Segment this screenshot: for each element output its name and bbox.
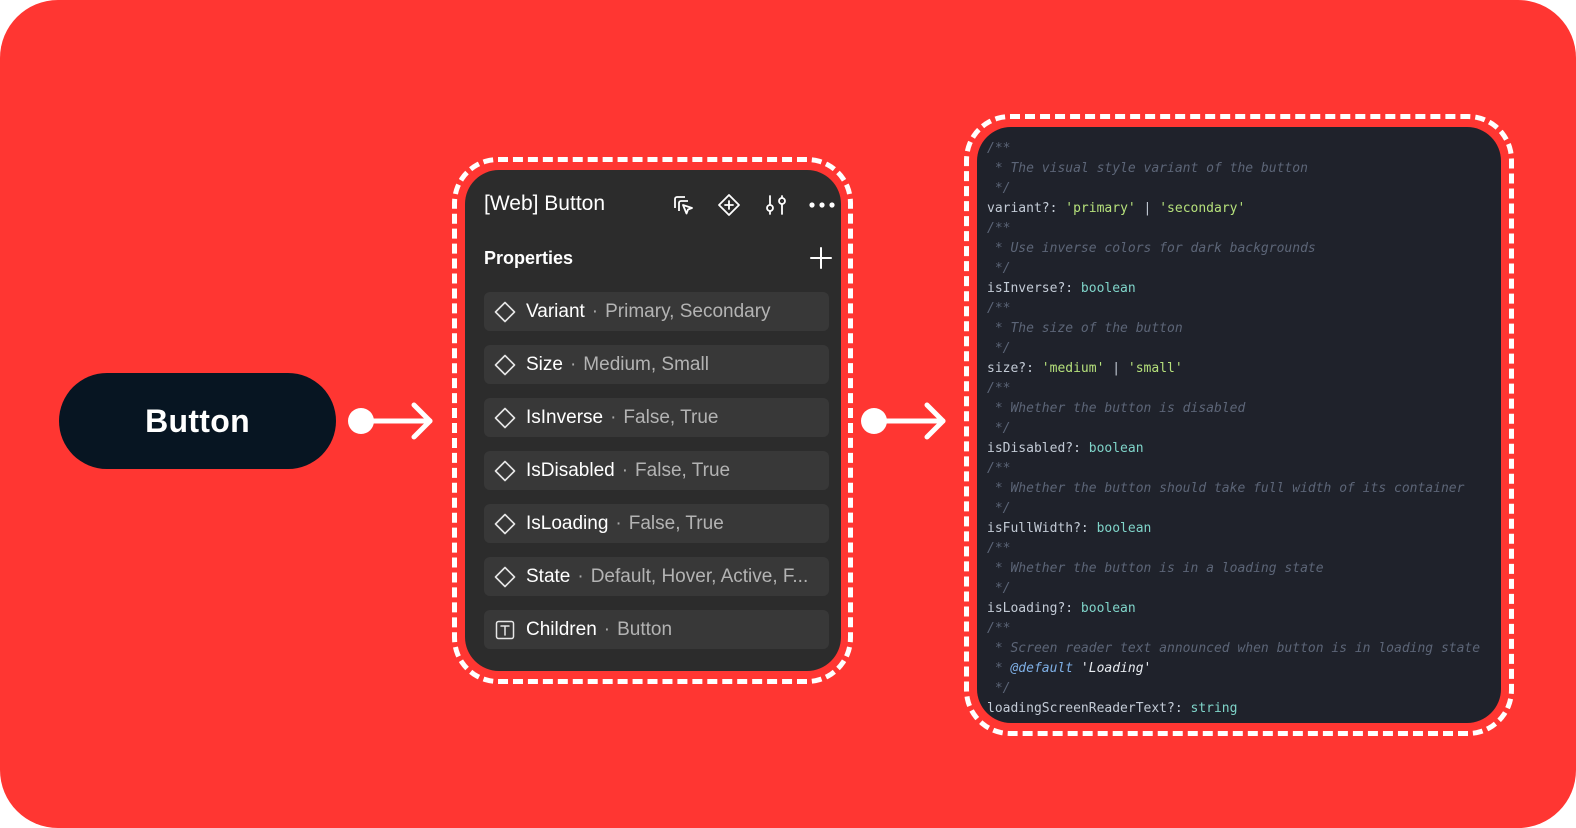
code-line: isDisabled?: boolean: [987, 441, 1144, 456]
code-line: */: [987, 421, 1011, 436]
code-line: size?: 'medium' | 'small': [987, 361, 1183, 376]
adjust-icon[interactable]: [763, 192, 789, 218]
diamond-icon: [494, 566, 516, 588]
code-line: * Whether the button should take full wi…: [987, 481, 1465, 496]
property-values: Medium, Small: [583, 353, 709, 375]
property-list: Variant · Primary, Secondary Size · Medium, S…: [484, 292, 829, 663]
code-line: isInverse?: boolean: [987, 281, 1136, 296]
code-line: */: [987, 341, 1011, 356]
property-name: Size: [526, 353, 563, 375]
component-icon[interactable]: [716, 192, 742, 218]
code-line: loadingScreenReaderText?: string: [987, 701, 1238, 716]
code-line: isFullWidth?: boolean: [987, 521, 1152, 536]
property-separator: ·: [603, 618, 611, 640]
section-title: Properties: [484, 248, 574, 268]
property-name: Children: [526, 618, 597, 640]
text-icon: [494, 619, 516, 641]
property-name: IsInverse: [526, 406, 604, 428]
property-name: State: [526, 565, 571, 587]
diamond-icon: [494, 407, 516, 429]
property-separator: ·: [569, 353, 577, 375]
property-separator: ·: [577, 565, 584, 587]
code-line: /**: [987, 541, 1011, 556]
code-line: * Screen reader text announced when butt…: [987, 641, 1481, 656]
code-line: * The size of the button: [987, 321, 1183, 336]
code-line: /**: [987, 381, 1011, 396]
diamond-icon: [494, 301, 516, 323]
property-values: False, True: [628, 512, 724, 534]
code-line: */: [987, 261, 1011, 276]
code-line: * Whether the button is in a loading sta…: [987, 561, 1324, 576]
code-line: /**: [987, 621, 1011, 636]
code-line: */: [987, 681, 1011, 696]
panel-title: [Web] Button: [484, 192, 606, 215]
property-row[interactable]: Size · Medium, Small: [484, 345, 829, 384]
code-line: /**: [987, 141, 1011, 156]
property-values: Default, Hover, Active, F...: [590, 565, 809, 587]
property-name: Variant: [526, 300, 585, 322]
property-row[interactable]: IsDisabled · False, True: [484, 451, 829, 490]
code-line: */: [987, 501, 1011, 516]
diamond-icon: [494, 513, 516, 535]
code-line: * The visual style variant of the button: [987, 161, 1308, 176]
code-line: isLoading?: boolean: [987, 601, 1136, 616]
properties-panel: [Web] Button Properties Variant · Primar…: [465, 170, 841, 671]
property-separator: ·: [591, 300, 599, 322]
select-instance-icon[interactable]: [670, 192, 696, 218]
property-values: Button: [617, 618, 673, 640]
property-values: False, True: [635, 459, 731, 481]
code-line: variant?: 'primary' | 'secondary': [987, 201, 1246, 216]
property-name: IsLoading: [526, 512, 609, 534]
property-row[interactable]: IsInverse · False, True: [484, 398, 829, 437]
code-line: */: [987, 181, 1011, 196]
code-line: */: [987, 581, 1011, 596]
property-values: Primary, Secondary: [605, 300, 771, 322]
property-name: IsDisabled: [526, 459, 615, 481]
code-line: /**: [987, 301, 1011, 316]
property-row[interactable]: IsLoading · False, True: [484, 504, 829, 543]
code-line: * @default 'Loading': [987, 661, 1152, 676]
property-separator: ·: [615, 512, 622, 534]
code-panel: /** * The visual style variant of the bu…: [977, 127, 1501, 723]
property-values: False, True: [623, 406, 719, 428]
demo-button[interactable]: Button: [59, 373, 336, 469]
more-icon[interactable]: [809, 192, 835, 218]
property-separator: ·: [610, 406, 617, 428]
diamond-icon: [494, 354, 516, 376]
canvas: Button [Web] Button Properties Variant ·…: [0, 0, 1576, 828]
code-line: * Whether the button is disabled: [987, 401, 1246, 416]
property-separator: ·: [621, 459, 629, 481]
diamond-icon: [494, 460, 516, 482]
property-row[interactable]: Variant · Primary, Secondary: [484, 292, 829, 331]
property-row[interactable]: Children · Button: [484, 610, 829, 649]
add-property-icon[interactable]: [809, 246, 833, 270]
code-block: /** * The visual style variant of the bu…: [987, 139, 1480, 719]
code-line: /**: [987, 461, 1011, 476]
property-row[interactable]: State · Default, Hover, Active, F...: [484, 557, 829, 596]
arrow-right-icon: [348, 402, 433, 440]
code-line: * Use inverse colors for dark background…: [987, 241, 1316, 256]
arrow-right-icon: [861, 402, 946, 440]
code-line: /**: [987, 221, 1011, 236]
